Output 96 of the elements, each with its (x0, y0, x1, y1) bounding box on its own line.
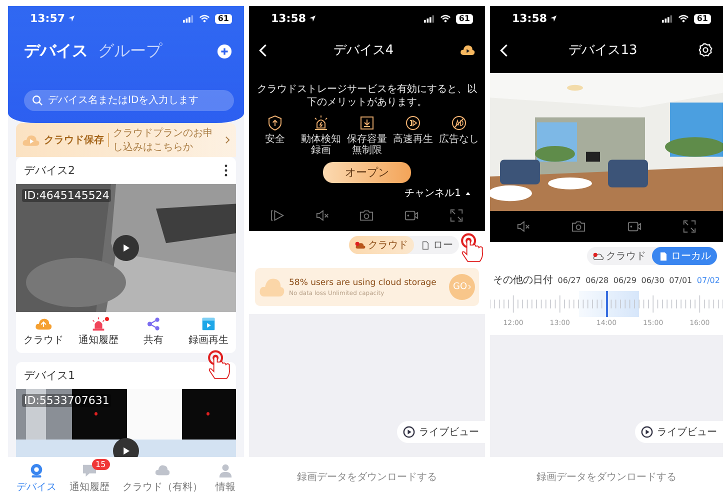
download-link[interactable]: 録画データをダウンロードする (249, 457, 485, 498)
source-tab[interactable]: ローカル (652, 247, 717, 265)
search-icon (32, 95, 43, 106)
device-id: ID:4645145524 (22, 189, 112, 202)
nav-tab[interactable]: クラウド（有料） (122, 463, 202, 494)
benefit-label: 動体検知録画 (301, 134, 341, 156)
status-time: 13:58 (512, 12, 548, 25)
more-icon[interactable] (224, 164, 228, 177)
sd-card-icon (420, 240, 431, 250)
open-button[interactable]: オープン (323, 162, 411, 183)
signal-icon (424, 14, 435, 22)
cloud-icon (259, 276, 285, 298)
date-tab[interactable]: 07/01 (669, 276, 692, 284)
camera-icon[interactable] (359, 208, 374, 223)
nav-tab[interactable]: デバイス (16, 463, 56, 494)
download-link[interactable]: 録画データをダウンロードする (490, 457, 723, 498)
unread-badge: 15 (92, 459, 110, 470)
playback-icon[interactable] (270, 208, 285, 223)
device-action[interactable]: 録画再生 (181, 317, 236, 347)
fullscreen-icon[interactable] (449, 208, 464, 223)
chevron-right-icon (468, 284, 472, 290)
source-tab[interactable]: クラウド (349, 236, 414, 254)
date-tab[interactable]: 06/30 (641, 276, 664, 284)
selected-range (578, 291, 640, 317)
signal-icon (182, 14, 194, 22)
mute-icon[interactable] (516, 219, 532, 234)
share-icon (145, 317, 162, 331)
status-time: 13:58 (271, 12, 306, 25)
screen-title: デバイス4 (332, 42, 395, 59)
camera-icon[interactable] (571, 219, 586, 234)
source-tab[interactable]: ロー (414, 236, 459, 254)
date-tab[interactable]: 06/29 (613, 276, 636, 284)
location-icon (550, 15, 558, 22)
play-circle-icon (641, 426, 653, 438)
date-tab[interactable]: 06/28 (586, 276, 609, 284)
sd-card-icon (658, 252, 669, 260)
benefit-label: 広告なし (439, 134, 479, 145)
channel-selector[interactable]: チャンネル1 (404, 186, 471, 200)
mute-icon[interactable] (314, 208, 330, 223)
battery-level: 61 (456, 14, 473, 24)
wifi-icon (440, 14, 451, 23)
add-icon[interactable] (217, 44, 232, 59)
benefit-label: 高速再生 (393, 134, 433, 145)
device-action[interactable]: クラウド (16, 317, 71, 347)
caret-icon (465, 190, 471, 196)
person-icon (218, 463, 233, 478)
shield-icon (267, 115, 283, 131)
cloud-icon (355, 240, 366, 250)
fast-forward-icon (405, 115, 421, 131)
chevron-right-icon (225, 136, 230, 144)
signal-icon (662, 14, 673, 22)
battery-level: 61 (214, 14, 232, 24)
live-view-button[interactable]: ライブビュー (635, 421, 723, 443)
wifi-icon (198, 14, 210, 23)
back-icon[interactable] (500, 44, 508, 56)
alarm-light-icon (90, 317, 107, 331)
play-circle-icon (403, 426, 415, 438)
no-ads-icon (451, 115, 467, 131)
location-icon (309, 15, 316, 22)
header-tab[interactable]: デバイス (24, 41, 88, 62)
location-icon (68, 15, 76, 22)
banner-text: クラウドプランのお申し込みはこちらか (113, 126, 214, 154)
battery-level: 61 (694, 14, 711, 24)
video-camera-icon[interactable] (626, 219, 642, 234)
benefit-label: 保存容量無制限 (347, 134, 387, 156)
search-field[interactable]: デバイス名またはIDを入力します (24, 90, 234, 111)
cloud-icon (155, 463, 170, 478)
cloud-play-icon[interactable] (460, 43, 475, 57)
wifi-icon (678, 14, 689, 23)
fullscreen-icon[interactable] (682, 219, 697, 234)
banner-title: 58% users are using cloud storage (289, 278, 438, 288)
video-camera-icon[interactable] (404, 208, 420, 223)
device-name: デバイス2 (24, 163, 75, 178)
screen-title: デバイス13 (568, 42, 638, 59)
cloud-icon (593, 252, 604, 260)
promo-text: クラウドストレージサービスを有効にすると、以下のメリットがあります。 (256, 83, 478, 109)
cloud-icon (35, 317, 52, 331)
source-tab[interactable]: クラウド (587, 247, 652, 265)
other-dates-button[interactable]: その他の日付 (493, 273, 553, 287)
device-action[interactable]: 通知履歴 (71, 317, 126, 347)
live-view-button[interactable]: ライブビュー (397, 421, 485, 443)
status-time: 13:57 (30, 12, 66, 25)
device-name: デバイス1 (24, 368, 75, 383)
banner-title: クラウド保存 (44, 133, 109, 147)
device-action[interactable]: 共有 (126, 317, 181, 347)
benefit-label: 安全 (264, 134, 286, 145)
back-icon[interactable] (259, 44, 267, 56)
settings-icon[interactable] (698, 43, 713, 57)
date-tab[interactable]: 06/27 (558, 276, 581, 284)
video-clip-icon (200, 317, 217, 331)
cloud-play-icon (22, 134, 40, 146)
nav-tab[interactable]: 情報 (216, 463, 236, 494)
download-icon (359, 115, 375, 131)
alarm-light-icon (313, 115, 329, 131)
date-tab[interactable]: 07/02 (696, 276, 720, 284)
camera-icon (29, 463, 44, 478)
